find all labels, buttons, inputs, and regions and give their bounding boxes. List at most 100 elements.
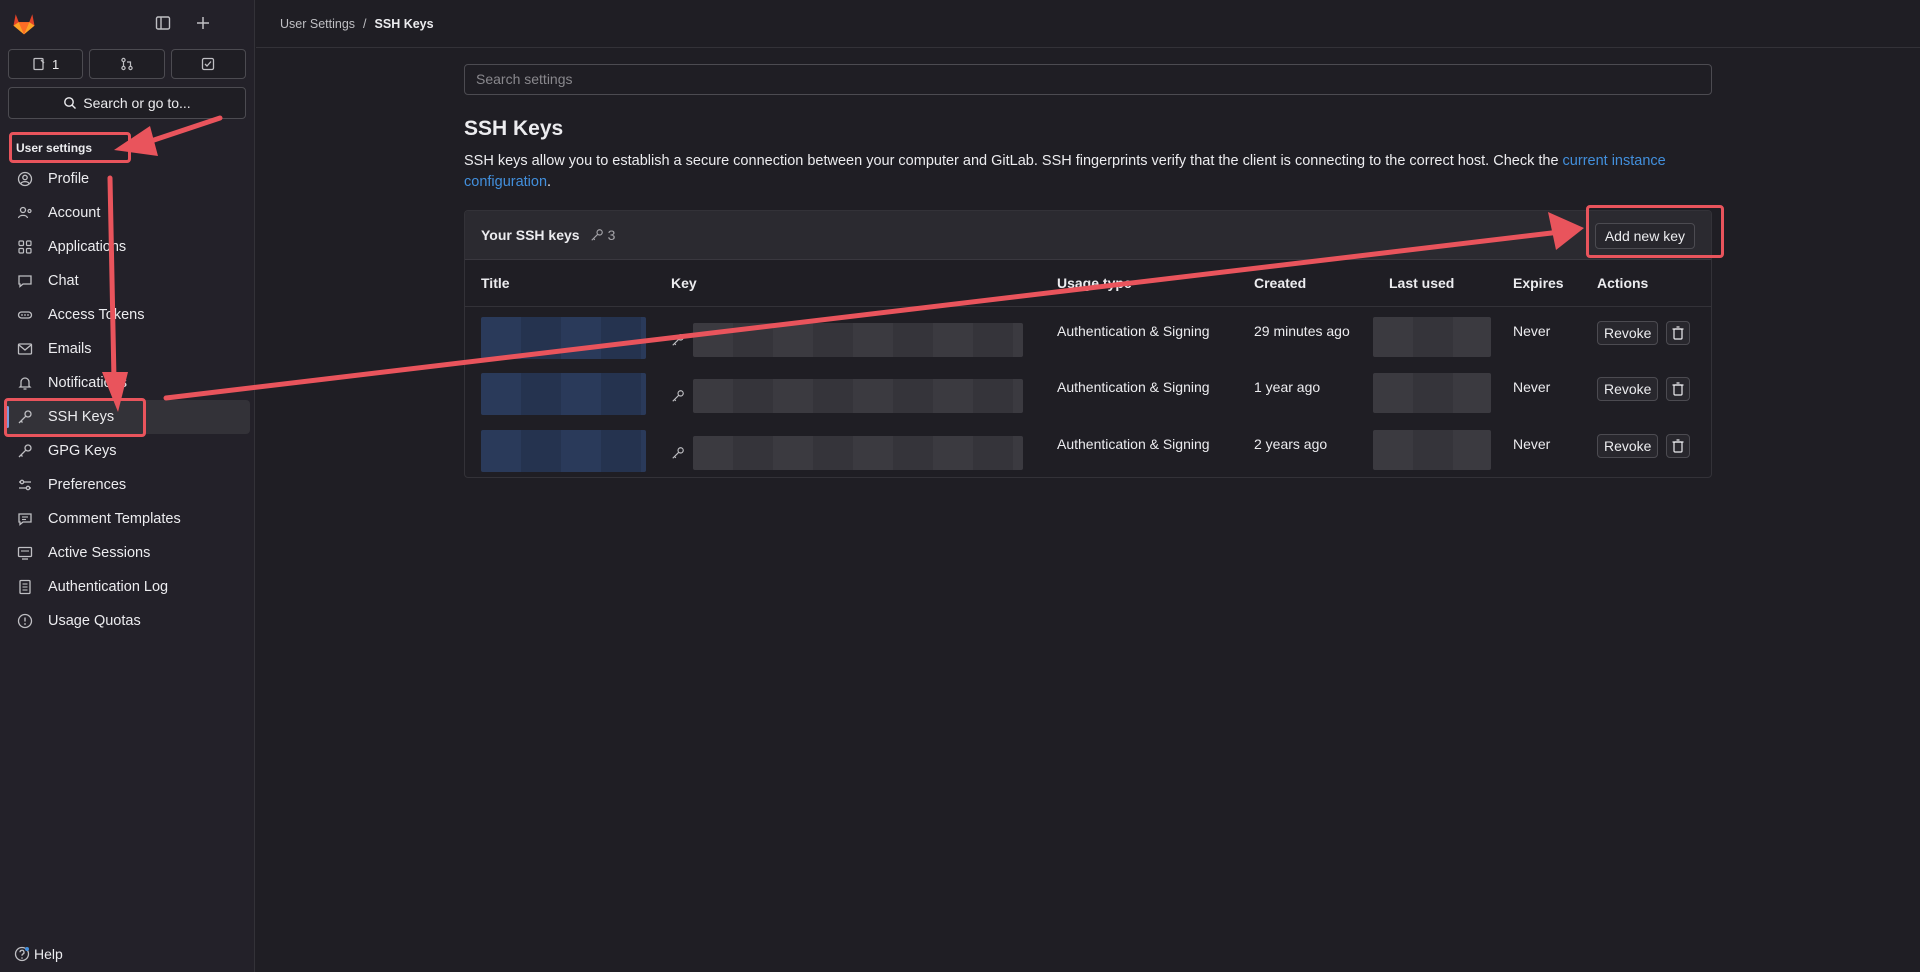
- breadcrumb-separator: /: [363, 16, 367, 31]
- sidebar-item-usage-quotas[interactable]: Usage Quotas: [4, 604, 250, 638]
- sidebar-nav: Profile Account Applications Chat Access…: [0, 162, 254, 638]
- sidebar-heading: User settings: [16, 141, 93, 155]
- sidebar-counters: 1: [0, 46, 254, 79]
- revoke-button[interactable]: Revoke: [1597, 434, 1659, 458]
- redacted-key: [693, 436, 1023, 470]
- sidebar-item-account[interactable]: Account: [4, 196, 250, 230]
- last-used-cell: [1373, 306, 1497, 363]
- sidebar-item-label: Notifications: [48, 375, 127, 391]
- sidebar-item-label: Account: [48, 205, 101, 221]
- bell-icon: [16, 374, 34, 392]
- search-or-go-to-button[interactable]: Search or go to...: [8, 87, 246, 119]
- todos-counter-button[interactable]: [170, 49, 246, 79]
- delete-key-button[interactable]: [1666, 377, 1691, 401]
- column-header-created: Created: [1238, 260, 1373, 307]
- actions-cell: Revoke: [1581, 363, 1711, 420]
- key-fingerprint-cell: [655, 420, 1041, 477]
- sidebar-item-ssh-keys[interactable]: SSH Keys: [4, 400, 250, 434]
- key-icon: [672, 447, 684, 459]
- key-fingerprint-cell: [655, 306, 1041, 363]
- ssh-keys-card-header: Your SSH keys 3 Add new key: [465, 211, 1711, 260]
- sidebar-item-gpg-keys[interactable]: GPG Keys: [4, 434, 250, 468]
- redacted-key: [693, 379, 1023, 413]
- mail-icon: [16, 340, 34, 358]
- sidebar-item-comment-templates[interactable]: Comment Templates: [4, 502, 250, 536]
- sidebar-item-label: Chat: [48, 273, 79, 289]
- ssh-keys-table: Title Key Usage type Created Last used E…: [465, 260, 1711, 477]
- breadcrumb-ssh-keys[interactable]: SSH Keys: [375, 17, 434, 31]
- last-used-cell: [1373, 363, 1497, 420]
- column-header-key: Key: [655, 260, 1041, 307]
- sidebar-item-profile[interactable]: Profile: [4, 162, 250, 196]
- gitlab-logo-icon[interactable]: [10, 9, 38, 37]
- trash-icon: [1672, 439, 1684, 453]
- breadcrumb-user-settings[interactable]: User Settings: [280, 17, 355, 31]
- sidebar-item-applications[interactable]: Applications: [4, 230, 250, 264]
- account-icon: [16, 204, 34, 222]
- log-icon: [16, 578, 34, 596]
- redacted-title[interactable]: [481, 430, 646, 472]
- revoke-button[interactable]: Revoke: [1597, 320, 1659, 345]
- sidebar-item-preferences[interactable]: Preferences: [4, 468, 250, 502]
- sidebar-item-notifications[interactable]: Notifications: [4, 366, 250, 400]
- sidebar-item-access-tokens[interactable]: Access Tokens: [4, 298, 250, 332]
- issues-count: 1: [52, 56, 60, 72]
- sidebar-item-label: Authentication Log: [48, 579, 169, 595]
- sidebar-toggle-icon[interactable]: [150, 10, 176, 36]
- key-icon: [16, 408, 34, 426]
- sidebar-item-label: Preferences: [48, 477, 127, 493]
- token-icon: [16, 306, 34, 324]
- column-header-usage-type: Usage type: [1041, 260, 1238, 307]
- redacted-title[interactable]: [481, 316, 646, 359]
- search-settings-placeholder: Search settings: [476, 71, 573, 87]
- plus-icon[interactable]: [190, 10, 216, 36]
- page-title: SSH Keys: [464, 117, 564, 140]
- description-text: SSH keys allow you to establish a secure…: [464, 153, 1563, 169]
- column-header-last-used: Last used: [1373, 260, 1497, 307]
- key-fingerprint-cell: [655, 363, 1041, 420]
- add-new-key-button[interactable]: Add new key: [1594, 223, 1695, 249]
- sidebar-item-authentication-log[interactable]: Authentication Log: [4, 570, 250, 604]
- quota-icon: [16, 612, 34, 630]
- chat-icon: [16, 272, 34, 290]
- issues-icon: [33, 57, 45, 71]
- page-description: SSH keys allow you to establish a secure…: [464, 151, 1712, 193]
- column-header-expires: Expires: [1497, 260, 1581, 307]
- ssh-keys-card-title: Your SSH keys: [481, 227, 580, 243]
- issues-counter-button[interactable]: 1: [8, 49, 84, 79]
- key-title-cell: [465, 420, 655, 477]
- help-button[interactable]: Help: [14, 946, 63, 962]
- sidebar-header: [0, 0, 254, 46]
- merge-requests-counter-button[interactable]: [89, 49, 165, 79]
- expires-cell: Never: [1513, 379, 1551, 395]
- merge-request-icon: [121, 57, 133, 71]
- sidebar: 1 Search or go to... User settings Profi…: [0, 0, 255, 972]
- key-title-cell: [465, 306, 655, 363]
- redacted-title[interactable]: [481, 373, 646, 415]
- search-settings-input[interactable]: Search settings: [464, 64, 1712, 95]
- usage-type-cell: Authentication & Signing: [1057, 379, 1210, 395]
- sidebar-item-label: Usage Quotas: [48, 613, 141, 629]
- column-header-actions: Actions: [1581, 260, 1711, 307]
- trash-icon: [1672, 382, 1684, 396]
- key-title-cell: [465, 363, 655, 420]
- revoke-button[interactable]: Revoke: [1597, 377, 1659, 401]
- monitor-icon: [16, 544, 34, 562]
- delete-key-button[interactable]: [1666, 320, 1691, 345]
- usage-type-cell: Authentication & Signing: [1057, 322, 1210, 339]
- search-or-go-to-label: Search or go to...: [83, 95, 191, 111]
- sidebar-item-label: Applications: [48, 239, 127, 255]
- actions-cell: Revoke: [1581, 306, 1711, 363]
- ssh-keys-count-value: 3: [607, 227, 616, 243]
- created-cell: 1 year ago: [1254, 379, 1321, 395]
- sidebar-item-chat[interactable]: Chat: [4, 264, 250, 298]
- sidebar-item-active-sessions[interactable]: Active Sessions: [4, 536, 250, 570]
- comment-icon: [16, 510, 34, 528]
- sidebar-item-label: Active Sessions: [48, 545, 151, 561]
- delete-key-button[interactable]: [1666, 434, 1691, 458]
- sidebar-item-label: Comment Templates: [48, 511, 181, 527]
- sidebar-item-label: Profile: [48, 171, 90, 187]
- trash-icon: [1672, 325, 1684, 340]
- redacted-last-used: [1373, 430, 1491, 470]
- sidebar-item-emails[interactable]: Emails: [4, 332, 250, 366]
